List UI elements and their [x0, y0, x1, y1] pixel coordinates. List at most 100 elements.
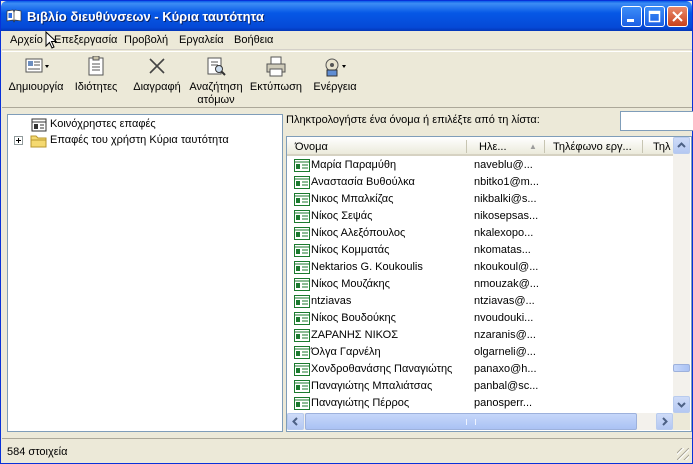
- contact-name: Νίκος Βουδούκης: [311, 312, 396, 324]
- chevron-left-icon: [292, 417, 298, 426]
- contact-name: Νίκος Σεψάς: [311, 210, 373, 222]
- menu-help[interactable]: Βοήθεια: [234, 34, 273, 46]
- tree-item-user-contacts[interactable]: Επαφές του χρήστη Κύρια ταυτότητα: [8, 133, 278, 149]
- menu-tools[interactable]: Εργαλεία: [179, 34, 224, 46]
- contact-row[interactable]: Χονδροθανάσης Παναγιώτης panaxo@h...: [287, 361, 675, 378]
- minimize-button[interactable]: [621, 6, 642, 27]
- contact-card-icon: [294, 193, 310, 206]
- vertical-scrollbar[interactable]: [673, 137, 690, 413]
- delete-button[interactable]: Διαγραφή: [130, 54, 184, 106]
- scroll-up-button[interactable]: [673, 137, 690, 154]
- contact-row[interactable]: Νίκος Βουδούκης nvoudouki...: [287, 310, 675, 327]
- contact-row[interactable]: Νικος Μπαλκίζας nikbalki@s...: [287, 191, 675, 208]
- find-people-button[interactable]: Αναζήτηση ατόμων: [188, 54, 244, 106]
- contact-row[interactable]: Όλγα Γαρνέλη olgarneli@...: [287, 344, 675, 361]
- chevron-right-icon: [662, 417, 668, 426]
- folder-tree[interactable]: Κοινόχρηστες επαφές Επαφές του χρήστη Κύ…: [7, 114, 283, 432]
- new-button[interactable]: Δημιουργία: [6, 54, 66, 106]
- column-header-work-phone[interactable]: Τηλέφωνο εργ...: [545, 137, 643, 156]
- contact-card-icon: [294, 210, 310, 223]
- properties-icon: [88, 56, 104, 76]
- contact-card-icon: [294, 261, 310, 274]
- contact-card-icon: [294, 278, 310, 291]
- delete-icon: [149, 58, 165, 74]
- item-count: 584 στοιχεία: [7, 446, 68, 458]
- search-input[interactable]: [620, 111, 693, 131]
- contact-email: nmouzak@...: [474, 278, 539, 290]
- chevron-up-icon: [677, 142, 686, 148]
- column-header-phone-label: Τηλ: [653, 141, 671, 153]
- contact-card-icon: [294, 295, 310, 308]
- contact-row[interactable]: Αναστασία Βυθούλκα nbitko1@m...: [287, 174, 675, 191]
- contact-name: Αναστασία Βυθούλκα: [311, 176, 415, 188]
- horizontal-scroll-thumb[interactable]: [305, 413, 637, 430]
- vertical-scroll-thumb[interactable]: [673, 364, 690, 372]
- menu-edit[interactable]: Επεξεργασία: [54, 34, 117, 46]
- print-icon: [266, 56, 286, 77]
- contact-email: nbitko1@m...: [474, 176, 539, 188]
- contact-card-icon: [294, 244, 310, 257]
- contact-row[interactable]: Νίκος Μουζάκης nmouzak@...: [287, 276, 675, 293]
- contact-name: Παναγιώτης Μπαλιάτσας: [311, 380, 433, 392]
- resize-grip[interactable]: [677, 448, 689, 460]
- contact-name: ntziavas: [311, 295, 352, 307]
- column-header-email[interactable]: Ηλε... ▲: [467, 137, 545, 156]
- contact-row[interactable]: ntziavas ntziavas@...: [287, 293, 675, 310]
- find-people-label-1: Αναζήτηση: [189, 81, 243, 93]
- print-button[interactable]: Εκτύπωση: [248, 54, 304, 106]
- contact-row[interactable]: Νίκος Κομματάς nkomatas...: [287, 242, 675, 259]
- contact-row[interactable]: Παναγιώτης Πέρρος panosperr...: [287, 395, 675, 412]
- menu-file[interactable]: Αρχείο: [10, 34, 43, 46]
- contact-row[interactable]: Nektarios G. Koukoulis nkoukoul@...: [287, 259, 675, 276]
- contact-email: nvoudouki...: [474, 312, 534, 324]
- contact-row[interactable]: Μαρία Παραμύθη naveblu@...: [287, 157, 675, 174]
- column-header-name[interactable]: Όνομα: [287, 137, 467, 156]
- contact-card-icon: [294, 363, 310, 376]
- scroll-left-button[interactable]: [287, 413, 304, 430]
- book-icon: [6, 9, 22, 23]
- contact-row[interactable]: Νίκος Αλεξόπουλος nkalexopo...: [287, 225, 675, 242]
- contact-row[interactable]: Παναγιώτης Μπαλιάτσας panbal@sc...: [287, 378, 675, 395]
- scroll-down-button[interactable]: [673, 396, 690, 413]
- contact-name: Nektarios G. Koukoulis: [311, 261, 423, 273]
- delete-label: Διαγραφή: [133, 81, 181, 93]
- contact-row[interactable]: ΖΑΡΑΝΗΣ ΝΙΚΟΣ nzaranis@...: [287, 327, 675, 344]
- contact-email: ntziavas@...: [474, 295, 535, 307]
- scrollbar-corner: [673, 413, 690, 430]
- close-button[interactable]: [667, 6, 688, 27]
- contact-name: Νίκος Κομματάς: [311, 244, 390, 256]
- horizontal-scrollbar[interactable]: [287, 413, 673, 430]
- window-title: Βιβλίο διευθύνσεων - Κύρια ταυτότητα: [27, 9, 264, 24]
- title-bar[interactable]: Βιβλίο διευθύνσεων - Κύρια ταυτότητα: [1, 1, 692, 31]
- contact-card-icon: [294, 176, 310, 189]
- action-label: Ενέργεια: [313, 81, 357, 93]
- expand-icon[interactable]: [14, 136, 23, 145]
- scroll-right-button[interactable]: [656, 413, 673, 430]
- contact-email: nzaranis@...: [474, 329, 536, 341]
- properties-label: Ιδιότητες: [74, 81, 118, 93]
- find-people-label-2: ατόμων: [197, 94, 235, 106]
- contact-card-icon: [294, 380, 310, 393]
- contact-email: panaxo@h...: [474, 363, 537, 375]
- menu-view[interactable]: Προβολή: [124, 34, 168, 46]
- properties-button[interactable]: Ιδιότητες: [70, 54, 122, 106]
- folder-icon: [30, 135, 47, 148]
- maximize-button[interactable]: [644, 6, 665, 27]
- contact-card-icon: [294, 397, 310, 410]
- contact-email: naveblu@...: [474, 159, 533, 171]
- tree-item-shared-contacts[interactable]: Κοινόχρηστες επαφές: [8, 117, 278, 133]
- column-header-phone[interactable]: Τηλ: [643, 137, 675, 156]
- status-bar: 584 στοιχεία: [2, 438, 692, 463]
- contacts-list[interactable]: Όνομα Ηλε... ▲ Τηλέφωνο εργ... Τηλ Μαρία…: [286, 136, 692, 432]
- contact-email: nkomatas...: [474, 244, 531, 256]
- contact-email: nikosepsas...: [474, 210, 539, 222]
- maximize-icon: [648, 10, 661, 23]
- address-book-window: Βιβλίο διευθύνσεων - Κύρια ταυτότητα Αρχ…: [0, 0, 693, 464]
- column-header-name-label: Όνομα: [295, 141, 328, 153]
- sort-ascending-icon: ▲: [529, 142, 537, 151]
- toolbar: Δημιουργία Ιδιότητες Διαγραφή Αναζήτηση …: [2, 51, 692, 108]
- contact-row[interactable]: Νίκος Σεψάς nikosepsas...: [287, 208, 675, 225]
- action-button[interactable]: Ενέργεια: [308, 54, 362, 106]
- print-label: Εκτύπωση: [249, 81, 303, 93]
- contact-name: Παναγιώτης Πέρρος: [311, 397, 410, 409]
